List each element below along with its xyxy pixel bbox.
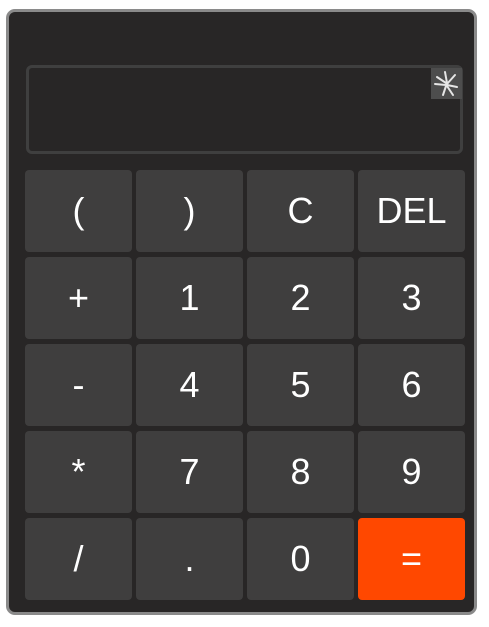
divide-button[interactable]: / [25,518,132,600]
decimal-point-button[interactable]: . [136,518,243,600]
keypad: ( ) C DEL + 1 2 3 - 4 5 6 * 7 8 9 / . 0 … [25,170,467,602]
digit-9-button[interactable]: 9 [358,431,465,513]
close-paren-button[interactable]: ) [136,170,243,252]
multiply-button[interactable]: * [25,431,132,513]
minus-button[interactable]: - [25,344,132,426]
clear-button[interactable]: C [247,170,354,252]
digit-2-button[interactable]: 2 [247,257,354,339]
digit-3-button[interactable]: 3 [358,257,465,339]
open-paren-button[interactable]: ( [25,170,132,252]
digit-6-button[interactable]: 6 [358,344,465,426]
digit-1-button[interactable]: 1 [136,257,243,339]
equals-button[interactable]: = [358,518,465,600]
broken-image-icon [431,68,462,99]
digit-4-button[interactable]: 4 [136,344,243,426]
calculator-display [26,65,463,154]
digit-8-button[interactable]: 8 [247,431,354,513]
digit-5-button[interactable]: 5 [247,344,354,426]
delete-button[interactable]: DEL [358,170,465,252]
plus-button[interactable]: + [25,257,132,339]
calculator: ( ) C DEL + 1 2 3 - 4 5 6 * 7 8 9 / . 0 … [6,9,477,615]
digit-7-button[interactable]: 7 [136,431,243,513]
digit-0-button[interactable]: 0 [247,518,354,600]
